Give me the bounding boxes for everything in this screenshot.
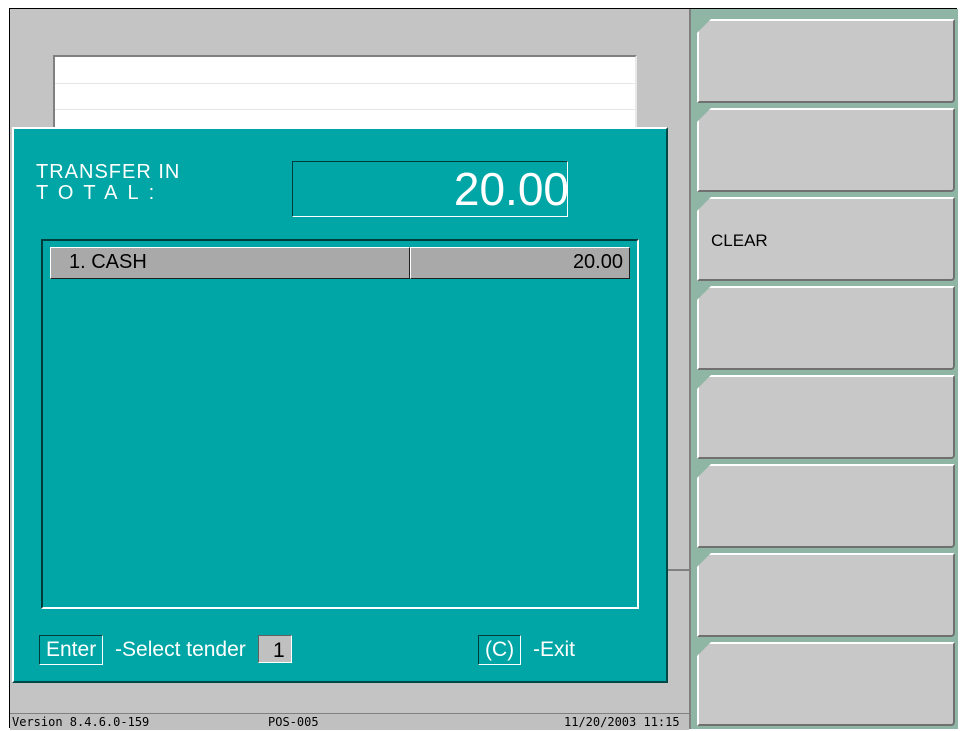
title-line-2: TOTAL: (36, 182, 165, 204)
total-value: 20.00 (453, 163, 569, 215)
tender-row[interactable]: 1. CASH 20.00 (50, 247, 630, 279)
exit-key[interactable]: (C) (478, 635, 522, 665)
function-key-1[interactable] (697, 19, 955, 103)
tender-amount: 20.00 (410, 247, 630, 279)
function-key-6[interactable] (697, 464, 955, 548)
main-area: TRANSFER IN TOTAL: 20.00 1. CASH 20.00 E… (10, 9, 689, 713)
pos-window: TRANSFER IN TOTAL: 20.00 1. CASH 20.00 E… (9, 8, 958, 730)
divider-tick (668, 569, 689, 571)
function-key-panel: CLEAR (691, 9, 958, 729)
tender-name: 1. CASH (50, 247, 410, 279)
tender-list[interactable]: 1. CASH 20.00 (41, 239, 639, 609)
function-key-4[interactable] (697, 286, 955, 370)
enter-text: -Select tender (115, 638, 246, 661)
total-display: 20.00 (292, 161, 569, 217)
status-bar: Version 8.4.6.0-159 POS-005 11/20/2003 1… (10, 713, 689, 730)
function-key-7[interactable] (697, 553, 955, 637)
title-line-1: TRANSFER IN (36, 161, 181, 183)
terminal-label: POS-005 (268, 715, 319, 729)
enter-key[interactable]: Enter (39, 635, 104, 665)
enter-hint: Enter -Select tender 1 (39, 635, 292, 665)
dialog-title: TRANSFER IN TOTAL: (36, 162, 180, 204)
clear-button-label: CLEAR (711, 231, 768, 250)
exit-text: -Exit (533, 638, 575, 661)
tender-input[interactable]: 1 (257, 635, 292, 663)
function-key-5[interactable] (697, 375, 955, 459)
version-label: Version 8.4.6.0-159 (12, 715, 150, 729)
function-key-2[interactable] (697, 108, 955, 192)
datetime-label: 11/20/2003 11:15 (564, 715, 680, 729)
clear-button[interactable]: CLEAR (697, 197, 955, 281)
transfer-in-dialog: TRANSFER IN TOTAL: 20.00 1. CASH 20.00 E… (12, 127, 668, 683)
exit-hint: (C) -Exit (478, 635, 575, 665)
function-key-8[interactable] (697, 642, 955, 726)
